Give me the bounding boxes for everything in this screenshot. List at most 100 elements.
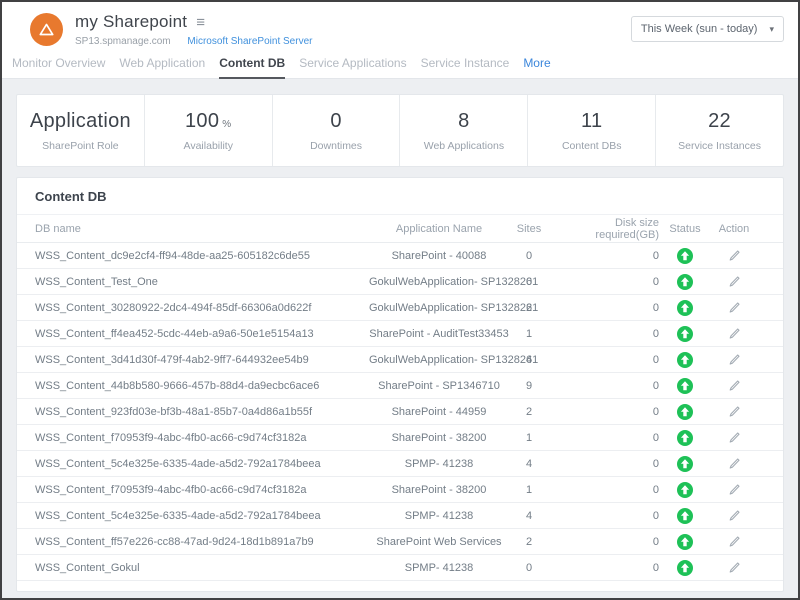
edit-pencil-icon[interactable] [728,457,741,470]
tab-monitor-overview[interactable]: Monitor Overview [12,56,105,78]
up-arrow-circle-icon[interactable] [677,560,693,576]
up-arrow-circle-icon[interactable] [677,248,693,264]
edit-pencil-icon[interactable] [728,327,741,340]
edit-pencil-icon[interactable] [728,483,741,496]
db-name-cell: WSS_Content_f70953f9-4abc-4fb0-ac66-c9d7… [35,432,369,444]
column-header-db-name: DB name [35,223,369,235]
application-name-cell: SharePoint - SP1346710 [369,380,509,392]
up-arrow-circle-icon[interactable] [677,456,693,472]
status-cell [659,274,711,290]
stat-value: 22 [708,110,731,133]
up-arrow-circle-icon[interactable] [677,326,693,342]
table-row: WSS_Content_Test_OneGokulWebApplication-… [17,269,783,295]
up-arrow-circle-icon[interactable] [677,352,693,368]
up-arrow-circle-icon[interactable] [677,482,693,498]
table-row: WSS_Content_f70953f9-4abc-4fb0-ac66-c9d7… [17,425,783,451]
edit-pencil-icon[interactable] [728,561,741,574]
tab-bar: Monitor Overview Web Application Content D… [2,47,798,79]
table-row: WSS_Content_5c4e325e-6335-4ade-a5d2-792a… [17,451,783,477]
menu-icon[interactable]: ≡ [196,15,205,30]
sites-cell: 2 [509,536,549,548]
action-cell [711,457,757,470]
time-period-value: This Week (sun - today) [641,23,758,35]
table-body: WSS_Content_dc9e2cf4-ff94-48de-aa25-6051… [17,243,783,581]
host-name: SP13.spmanage.com [75,36,171,47]
disk-size-cell: 0 [549,328,659,340]
action-cell [711,301,757,314]
stat-unit: % [222,119,231,130]
summary-stats-card: ApplicationSharePoint Role100%Availabili… [16,94,784,167]
up-arrow-circle-icon[interactable] [677,404,693,420]
stat-sharepoint-role: ApplicationSharePoint Role [17,95,144,166]
sites-cell: 4 [509,510,549,522]
stat-content-dbs: 11Content DBs [527,95,655,166]
edit-pencil-icon[interactable] [728,249,741,262]
disk-size-cell: 0 [549,536,659,548]
disk-size-cell: 0 [549,484,659,496]
up-arrow-circle-icon[interactable] [677,430,693,446]
edit-pencil-icon[interactable] [728,431,741,444]
application-name-cell: GokulWebApplication- SP1328261 [369,354,509,366]
sites-cell: 4 [509,458,549,470]
status-cell [659,482,711,498]
action-cell [711,509,757,522]
monitor-type-link[interactable]: Microsoft SharePoint Server [187,36,312,47]
db-name-cell: WSS_Content_dc9e2cf4-ff94-48de-aa25-6051… [35,250,369,262]
column-header-disk-size-required-gb: Disk size required(GB) [549,217,659,241]
stat-label: SharePoint Role [42,140,118,152]
tab-more[interactable]: More [523,56,550,78]
stat-web-applications: 8Web Applications [399,95,527,166]
sharepoint-monitor-icon [30,13,63,46]
action-cell [711,483,757,496]
up-arrow-circle-icon[interactable] [677,300,693,316]
edit-pencil-icon[interactable] [728,353,741,366]
up-arrow-circle-icon[interactable] [677,534,693,550]
db-name-cell: WSS_Content_f70953f9-4abc-4fb0-ac66-c9d7… [35,484,369,496]
time-period-dropdown[interactable]: This Week (sun - today) ▾ [631,16,784,42]
disk-size-cell: 0 [549,562,659,574]
stat-availability: 100%Availability [144,95,272,166]
application-name-cell: SharePoint Web Services [369,536,509,548]
disk-size-cell: 0 [549,510,659,522]
tab-content-db[interactable]: Content DB [219,56,285,79]
status-cell [659,248,711,264]
table-row: WSS_Content_923fd03e-bf3b-48a1-85b7-0a4d… [17,399,783,425]
edit-pencil-icon[interactable] [728,509,741,522]
edit-pencil-icon[interactable] [728,301,741,314]
sites-cell: 1 [509,432,549,444]
table-row: WSS_Content_3d41d30f-479f-4ab2-9ff7-6449… [17,347,783,373]
status-cell [659,326,711,342]
disk-size-cell: 0 [549,276,659,288]
status-cell [659,430,711,446]
stat-downtimes: 0Downtimes [272,95,400,166]
db-name-cell: WSS_Content_44b8b580-9666-457b-88d4-da9e… [35,380,369,392]
status-cell [659,404,711,420]
up-arrow-circle-icon[interactable] [677,378,693,394]
tab-service-applications[interactable]: Service Applications [299,56,406,78]
monitor-brand: my Sharepoint ≡ SP13.spmanage.com Micros… [30,12,312,47]
application-name-cell: SharePoint - AuditTest33453 [369,328,509,340]
stat-label: Service Instances [678,140,761,152]
stat-value: 8 [458,110,469,133]
section-title: Content DB [17,178,783,215]
sites-cell: 0 [509,250,549,262]
tab-service-instance[interactable]: Service Instance [421,56,510,78]
sites-cell: 9 [509,380,549,392]
db-name-cell: WSS_Content_Gokul [35,562,369,574]
monitor-header: my Sharepoint ≡ SP13.spmanage.com Micros… [2,2,798,47]
table-row: WSS_Content_44b8b580-9666-457b-88d4-da9e… [17,373,783,399]
edit-pencil-icon[interactable] [728,275,741,288]
edit-pencil-icon[interactable] [728,405,741,418]
action-cell [711,249,757,262]
application-name-cell: SharePoint - 40088 [369,250,509,262]
disk-size-cell: 0 [549,302,659,314]
page-title: my Sharepoint [75,12,187,32]
up-arrow-circle-icon[interactable] [677,274,693,290]
edit-pencil-icon[interactable] [728,379,741,392]
edit-pencil-icon[interactable] [728,535,741,548]
column-header-status: Status [659,223,711,235]
table-row: WSS_Content_GokulSPMP- 4123800 [17,555,783,581]
content-db-card: Content DB DB nameApplication NameSitesD… [16,177,784,592]
tab-web-application[interactable]: Web Application [119,56,205,78]
up-arrow-circle-icon[interactable] [677,508,693,524]
